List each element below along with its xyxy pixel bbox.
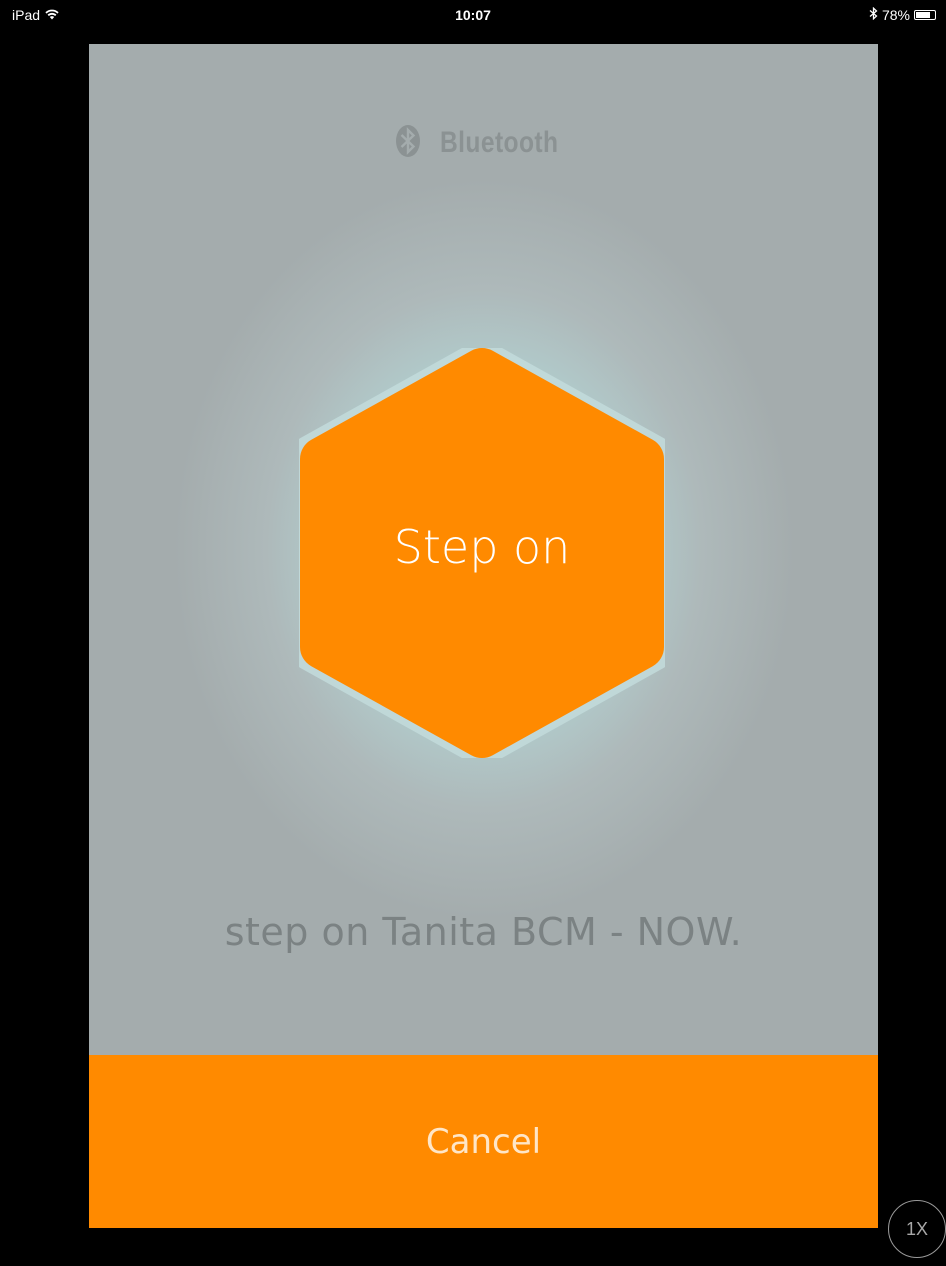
pairing-panel: Bluetooth Step on step on Tanita BCM - N…: [89, 44, 878, 1055]
battery-percent: 78%: [881, 7, 910, 23]
battery-icon: [914, 10, 936, 20]
status-bar: iPad 10:07 78%: [0, 0, 946, 30]
bluetooth-logo-icon: [395, 124, 421, 162]
battery-fill: [916, 12, 930, 18]
app-screen: iPad 10:07 78% Bluetooth Step on step on…: [0, 0, 946, 1266]
status-time: 10:07: [455, 7, 491, 23]
status-right: 78%: [869, 6, 936, 23]
step-on-label: Step on: [393, 520, 571, 574]
speed-toggle-button[interactable]: 1X: [888, 1200, 946, 1258]
bluetooth-icon: [869, 6, 878, 23]
instruction-text: step on Tanita BCM - NOW.: [224, 910, 743, 954]
step-on-hexagon[interactable]: Step on: [293, 339, 671, 767]
cancel-button[interactable]: Cancel: [89, 1055, 878, 1228]
speed-toggle-label: 1X: [905, 1218, 929, 1239]
bluetooth-brand: Bluetooth: [89, 124, 878, 162]
bluetooth-text: Bluetooth: [440, 126, 559, 159]
cancel-label: Cancel: [425, 1121, 542, 1162]
